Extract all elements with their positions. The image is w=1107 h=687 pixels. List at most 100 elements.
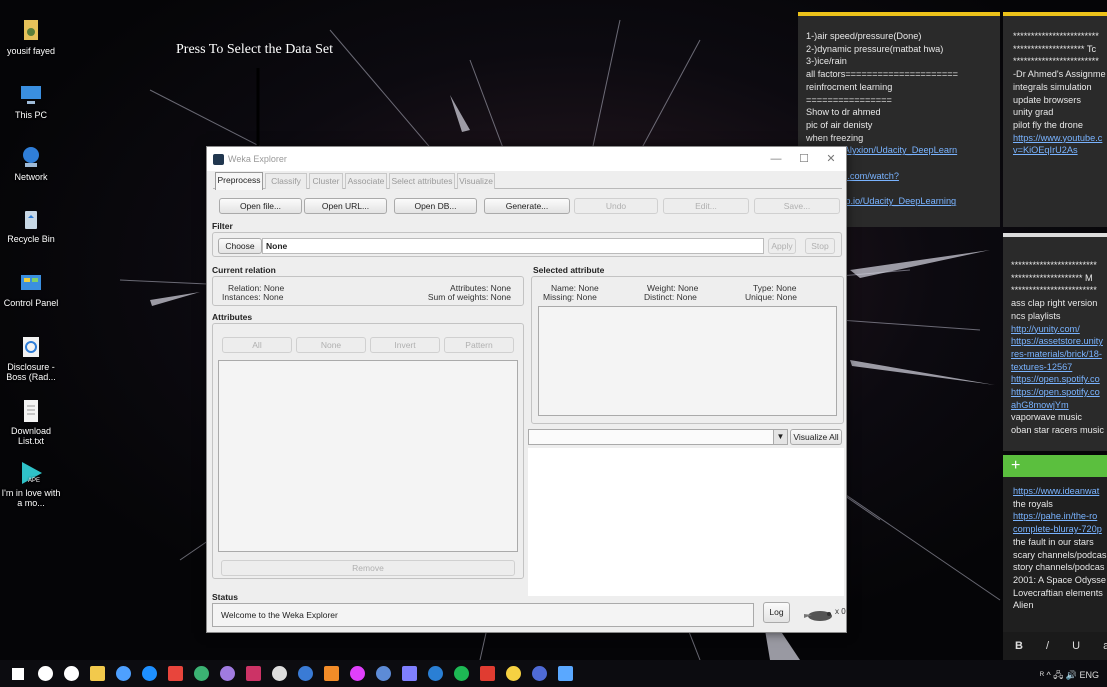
weka-bird-icon[interactable] bbox=[800, 608, 836, 622]
select-all-button[interactable]: All bbox=[222, 337, 292, 353]
visual-studio-icon[interactable] bbox=[220, 666, 235, 681]
desktop-icon-download-list[interactable]: Download List.txt bbox=[0, 398, 62, 446]
note-line: ******************** M bbox=[1011, 272, 1093, 283]
filter-field[interactable]: None bbox=[262, 238, 764, 254]
app-orange-icon[interactable] bbox=[324, 666, 339, 681]
chevron-down-icon[interactable]: ▼ bbox=[773, 430, 787, 444]
sticky-note-b[interactable]: ************************ ****************… bbox=[1003, 12, 1107, 227]
open-url-button[interactable]: Open URL... bbox=[304, 198, 387, 214]
sticky-note-d[interactable]: + https://www.ideanwat the royals https:/… bbox=[1003, 455, 1107, 660]
minimize-button[interactable]: — bbox=[761, 151, 791, 167]
desktop-icon-label: This PC bbox=[14, 110, 47, 120]
desktop-icon-control-panel[interactable]: Control Panel bbox=[0, 270, 62, 308]
undo-button[interactable]: Undo bbox=[574, 198, 658, 214]
app-blue-2-icon[interactable] bbox=[532, 666, 547, 681]
windows-start-icon[interactable] bbox=[12, 668, 24, 680]
note-line: http://yunity.com/ bbox=[1011, 323, 1080, 334]
pattern-button[interactable]: Pattern bbox=[444, 337, 514, 353]
open-file-button[interactable]: Open file... bbox=[219, 198, 302, 214]
sticky-note-body[interactable]: ************************ ****************… bbox=[1003, 16, 1107, 157]
tab-classify[interactable]: Classify bbox=[265, 173, 307, 189]
note-line: https://pahe.in/the-ro bbox=[1013, 511, 1098, 522]
attribute-unique-value: Unique: None bbox=[745, 292, 797, 302]
sticky-note-add-button[interactable]: + bbox=[1003, 455, 1107, 477]
note-line: 1-)air speed/pressure(Done) bbox=[806, 31, 922, 41]
attribute-distinct-value: Distinct: None bbox=[644, 292, 697, 302]
note-line: ass clap right version bbox=[1011, 298, 1098, 309]
open-db-button[interactable]: Open DB... bbox=[394, 198, 477, 214]
system-tray[interactable]: ᴿ ^ 🖧 🔊 ENG bbox=[1040, 668, 1099, 684]
sticky-note-c[interactable]: ************************ ****************… bbox=[1003, 233, 1107, 451]
select-none-button[interactable]: None bbox=[296, 337, 366, 353]
note-line: reinfrocment learning bbox=[806, 81, 893, 92]
tab-cluster[interactable]: Cluster bbox=[309, 173, 343, 189]
app-vscode-icon[interactable] bbox=[428, 666, 443, 681]
log-button[interactable]: Log bbox=[763, 602, 790, 623]
note-line: Lovecraftian elements bbox=[1013, 587, 1103, 598]
desktop-icon-user-folder[interactable]: yousif fayed bbox=[0, 18, 62, 56]
tab-bar: Preprocess Classify Cluster Associate Se… bbox=[213, 171, 842, 190]
sticky-note-body[interactable]: https://www.ideanwat the royals https://p… bbox=[1003, 477, 1107, 612]
note-line: when freezing bbox=[806, 132, 864, 143]
attribute-statistics-table[interactable] bbox=[538, 306, 837, 416]
note-line: all factors===================== bbox=[806, 69, 958, 80]
tab-visualize[interactable]: Visualize bbox=[457, 173, 495, 189]
search-icon[interactable] bbox=[38, 666, 53, 681]
app-telegram-icon[interactable] bbox=[558, 666, 573, 681]
desktop-icon-disclosure[interactable]: Disclosure - Boss (Rad... bbox=[0, 334, 62, 382]
strikethrough-button[interactable]: ab bbox=[1103, 640, 1107, 652]
desktop-icons: yousif fayed This PC Network Recycle Bin… bbox=[0, 0, 62, 660]
class-attribute-dropdown[interactable]: ▼ bbox=[528, 429, 788, 445]
attributes-list[interactable] bbox=[218, 360, 518, 552]
stop-filter-button[interactable]: Stop bbox=[805, 238, 835, 254]
app-purple-icon[interactable] bbox=[402, 666, 417, 681]
visualize-all-button[interactable]: Visualize All bbox=[790, 429, 842, 445]
desktop-icon-label: Disclosure - Boss (Rad... bbox=[6, 362, 56, 382]
app-steam-icon[interactable] bbox=[376, 666, 391, 681]
app-icon[interactable] bbox=[246, 666, 261, 681]
sticky-note-body[interactable]: ************************ ****************… bbox=[1003, 237, 1107, 437]
desktop-icon-label: I'm in love with a mo... bbox=[1, 488, 61, 508]
file-explorer-icon[interactable] bbox=[90, 666, 105, 681]
italic-button[interactable]: / bbox=[1046, 640, 1049, 652]
sticky-notes-icon[interactable] bbox=[506, 666, 521, 681]
choose-filter-button[interactable]: Choose bbox=[218, 238, 262, 254]
note-line: pic of air denisty bbox=[806, 119, 873, 130]
desktop-icon-label: Recycle Bin bbox=[7, 234, 55, 244]
music-icon[interactable] bbox=[272, 666, 287, 681]
tab-select-attributes[interactable]: Select attributes bbox=[389, 173, 455, 189]
computer-icon bbox=[18, 82, 44, 108]
edit-button[interactable]: Edit... bbox=[663, 198, 749, 214]
note-line: ************************ bbox=[1013, 56, 1099, 67]
chrome-icon[interactable] bbox=[168, 666, 183, 681]
edge-icon[interactable] bbox=[142, 666, 157, 681]
generate-button[interactable]: Generate... bbox=[484, 198, 570, 214]
desktop-icon-recycle-bin[interactable]: Recycle Bin bbox=[0, 206, 62, 244]
bold-button[interactable]: B bbox=[1015, 640, 1023, 652]
save-button[interactable]: Save... bbox=[754, 198, 840, 214]
current-relation-label: Current relation bbox=[212, 265, 276, 275]
note-line: unity grad bbox=[1013, 107, 1054, 118]
underline-button[interactable]: U bbox=[1072, 640, 1080, 652]
close-button[interactable]: ✕ bbox=[816, 151, 846, 167]
task-count: x 0 bbox=[835, 607, 846, 616]
app-green-icon[interactable] bbox=[194, 666, 209, 681]
spotify-icon[interactable] bbox=[454, 666, 469, 681]
note-line: ******************** Tc bbox=[1013, 43, 1097, 54]
store-icon[interactable] bbox=[116, 666, 131, 681]
invert-selection-button[interactable]: Invert bbox=[370, 337, 440, 353]
apply-filter-button[interactable]: Apply bbox=[768, 238, 796, 254]
tab-preprocess[interactable]: Preprocess bbox=[215, 172, 263, 190]
app-red-icon[interactable] bbox=[480, 666, 495, 681]
app-blue-icon[interactable] bbox=[298, 666, 313, 681]
desktop-icon-this-pc[interactable]: This PC bbox=[0, 82, 62, 120]
tab-associate[interactable]: Associate bbox=[345, 173, 387, 189]
app-music-icon[interactable] bbox=[350, 666, 365, 681]
maximize-button[interactable]: ☐ bbox=[789, 151, 819, 167]
taskbar: ᴿ ^ 🖧 🔊 ENG bbox=[0, 660, 1107, 687]
window-titlebar[interactable]: Weka Explorer — ☐ ✕ bbox=[207, 147, 846, 171]
task-view-icon[interactable] bbox=[64, 666, 79, 681]
remove-attribute-button[interactable]: Remove bbox=[221, 560, 515, 576]
desktop-icon-ape-media[interactable]: APE I'm in love with a mo... bbox=[0, 460, 62, 508]
desktop-icon-network[interactable]: Network bbox=[0, 144, 62, 182]
